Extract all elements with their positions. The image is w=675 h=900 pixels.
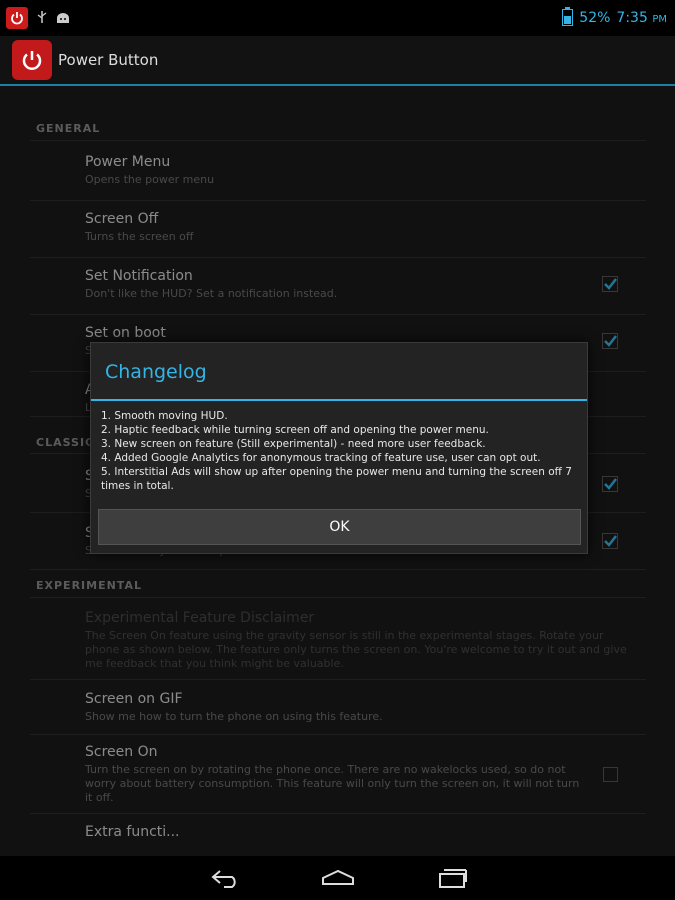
ok-button[interactable]: OK: [98, 509, 581, 545]
usb-icon: [36, 9, 48, 28]
changelog-line: 5. Interstitial Ads will show up after o…: [101, 466, 572, 492]
clock-time: 7:35: [616, 9, 648, 26]
changelog-line: 3. New screen on feature (Still experime…: [101, 438, 486, 450]
navigation-bar: [0, 856, 675, 900]
changelog-line: 2. Haptic feedback while turning screen …: [101, 424, 489, 436]
status-right: 52% 7:35 PM: [562, 7, 667, 26]
dialog-title: Changelog: [105, 361, 207, 383]
power-app-icon: [6, 7, 28, 29]
android-debug-icon: [56, 9, 70, 28]
app-title: Power Button: [58, 51, 159, 69]
clock: 7:35 PM: [616, 10, 667, 26]
changelog-line: 1. Smooth moving HUD.: [101, 410, 228, 422]
back-icon[interactable]: [206, 866, 246, 890]
action-bar: Power Button: [0, 36, 675, 86]
changelog-line: 4. Added Google Analytics for anonymous …: [101, 452, 541, 464]
battery-percent: 52%: [579, 9, 611, 26]
dialog-message: 1. Smooth moving HUD. 2. Haptic feedback…: [101, 409, 581, 493]
power-button-app-icon[interactable]: [12, 40, 52, 80]
battery-icon: [562, 7, 574, 26]
recent-apps-icon[interactable]: [432, 866, 472, 890]
status-bar: 52% 7:35 PM: [0, 0, 675, 36]
status-notifications: [6, 7, 70, 29]
dialog-title-divider: [91, 399, 587, 401]
home-icon[interactable]: [318, 866, 358, 890]
clock-ampm: PM: [652, 13, 667, 25]
changelog-dialog: Changelog 1. Smooth moving HUD. 2. Hapti…: [90, 342, 588, 554]
